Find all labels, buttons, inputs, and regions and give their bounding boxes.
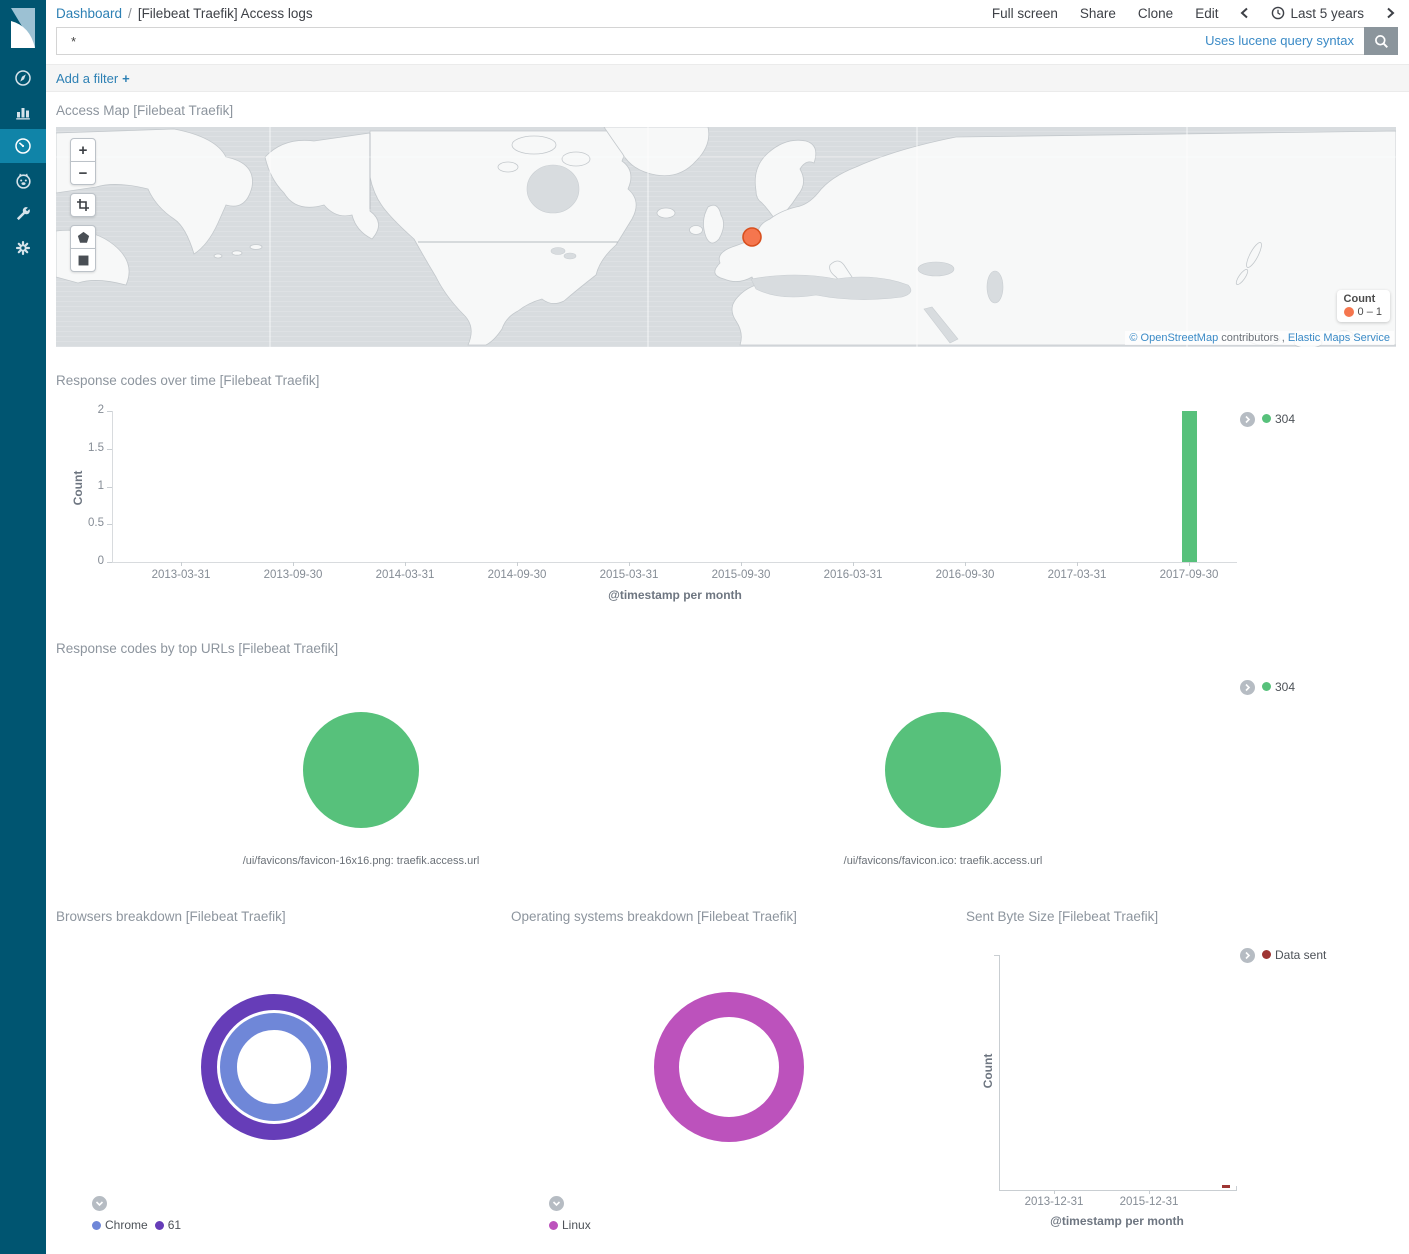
- legend-label: Data sent: [1275, 948, 1326, 962]
- chart-legend: Data sent: [1240, 946, 1326, 964]
- sent-bytes-chart: Data sent Count @timestamp per month 201…: [46, 0, 1409, 1254]
- wrench-icon: [14, 205, 32, 223]
- sidebar-item-visualize[interactable]: [0, 95, 46, 129]
- chevron-right-icon: [1244, 951, 1251, 960]
- sidebar-nav: [0, 61, 46, 265]
- main-content: Dashboard / [Filebeat Traefik] Access lo…: [46, 0, 1409, 1254]
- sidebar-item-discover[interactable]: [0, 61, 46, 95]
- legend-items: Data sent: [1262, 946, 1326, 964]
- y-axis: [999, 955, 1000, 1190]
- sidebar: [0, 0, 46, 1254]
- sidebar-item-management[interactable]: [0, 231, 46, 265]
- sidebar-item-timelion[interactable]: [0, 163, 46, 197]
- kibana-dashboard-app: Dashboard / [Filebeat Traefik] Access lo…: [0, 0, 1409, 1254]
- x-axis: [999, 1190, 1237, 1191]
- y-tick: [994, 955, 999, 956]
- timelion-icon: [14, 171, 33, 190]
- y-axis-label: Count: [981, 1031, 995, 1111]
- compass-icon: [14, 69, 32, 87]
- x-tick: [1149, 1190, 1150, 1194]
- x-tick-label: 2013-12-31: [1004, 1196, 1104, 1208]
- legend-toggle-icon[interactable]: [1240, 948, 1255, 963]
- sidebar-item-dev-tools[interactable]: [0, 197, 46, 231]
- x-axis-label: @timestamp per month: [1017, 1214, 1217, 1228]
- gauge-icon: [14, 137, 32, 155]
- x-tick-label: 2015-12-31: [1099, 1196, 1199, 1208]
- bar-chart-icon: [14, 103, 32, 121]
- legend-dot: [1262, 950, 1271, 959]
- kibana-logo[interactable]: [0, 0, 46, 56]
- data-sent-mark[interactable]: [1222, 1185, 1230, 1188]
- sidebar-item-dashboard[interactable]: [0, 129, 46, 163]
- legend-item[interactable]: Data sent: [1262, 948, 1326, 962]
- x-tick: [1236, 1186, 1237, 1190]
- kibana-logo-icon: [6, 6, 40, 50]
- gear-icon: [14, 239, 32, 257]
- x-tick: [1054, 1190, 1055, 1194]
